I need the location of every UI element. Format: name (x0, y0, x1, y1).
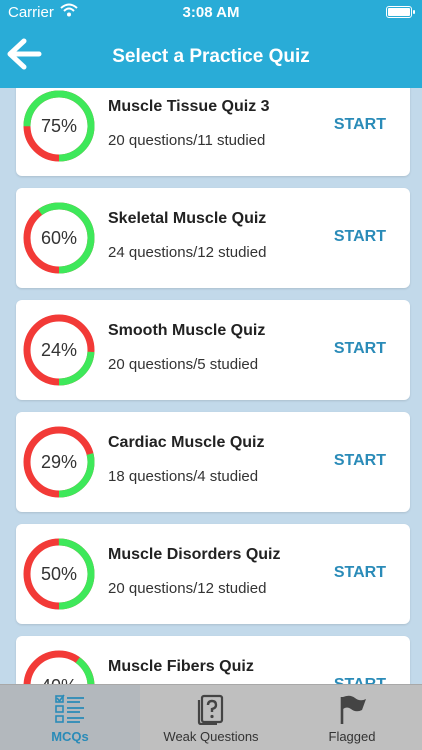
quiz-card-skeletal-muscle[interactable]: 60% Skeletal Muscle Quiz 24 questions/12… (16, 188, 410, 288)
quiz-title: Muscle Fibers Quiz (108, 658, 254, 675)
list-checks-icon (55, 694, 84, 723)
status-time: 3:08 AM (182, 4, 240, 21)
start-button[interactable]: START (334, 676, 386, 684)
start-button[interactable]: START (334, 564, 386, 582)
start-button[interactable]: START (334, 452, 386, 470)
quiz-subtitle: 24 questions/12 studied (108, 244, 267, 261)
quiz-title: Skeletal Muscle Quiz (108, 210, 267, 227)
quiz-subtitle: 20 questions/11 studied (108, 132, 266, 149)
tab-flagged[interactable]: Flagged (282, 685, 422, 750)
tab-label: Weak Questions (163, 729, 259, 744)
flag-icon (340, 695, 366, 724)
status-bar: Carrier 3:08 AM (0, 0, 422, 24)
start-button[interactable]: START (334, 340, 386, 358)
tab-label: Flagged (328, 729, 376, 744)
tab-label: MCQs (51, 729, 89, 744)
progress-percent: 29% (40, 452, 78, 472)
app-header: Carrier 3:08 AM Select a Practice Quiz (0, 0, 422, 88)
quiz-subtitle: 20 questions/12 studied (108, 580, 267, 597)
progress-percent: 24% (40, 340, 78, 360)
progress-percent: 40% (22, 649, 96, 684)
battery-icon (386, 6, 415, 18)
quiz-title: Cardiac Muscle Quiz (108, 434, 265, 451)
start-button[interactable]: START (334, 228, 386, 246)
question-card-icon (197, 694, 224, 725)
quiz-list[interactable]: 75% Muscle Tissue Quiz 3 20 questions/11… (0, 88, 422, 684)
quiz-title: Smooth Muscle Quiz (108, 322, 266, 339)
progress-percent: 75% (40, 116, 78, 136)
tab-weak-questions[interactable]: Weak Questions (141, 685, 281, 750)
quiz-title: Muscle Disorders Quiz (108, 546, 281, 563)
quiz-card-muscle-disorders[interactable]: 50% Muscle Disorders Quiz 20 questions/1… (16, 524, 410, 624)
start-button[interactable]: START (334, 116, 386, 134)
quiz-card-cardiac-muscle[interactable]: 29% Cardiac Muscle Quiz 18 questions/4 s… (16, 412, 410, 512)
quiz-card-muscle-fibers[interactable]: 40% Muscle Fibers Quiz START (16, 636, 410, 684)
tab-bar: MCQs Weak Questions Flagged (0, 684, 422, 750)
tab-mcqs[interactable]: MCQs (0, 685, 140, 750)
progress-percent: 60% (40, 228, 78, 248)
quiz-subtitle: 20 questions/5 studied (108, 356, 259, 373)
quiz-subtitle: 18 questions/4 studied (108, 468, 259, 485)
quiz-title: Muscle Tissue Quiz 3 (108, 98, 270, 115)
quiz-card-smooth-muscle[interactable]: 24% Smooth Muscle Quiz 20 questions/5 st… (16, 300, 410, 400)
page-title: Select a Practice Quiz (112, 46, 310, 67)
progress-percent: 50% (40, 564, 78, 584)
quiz-card-muscle-tissue-3[interactable]: 75% Muscle Tissue Quiz 3 20 questions/11… (16, 88, 410, 176)
